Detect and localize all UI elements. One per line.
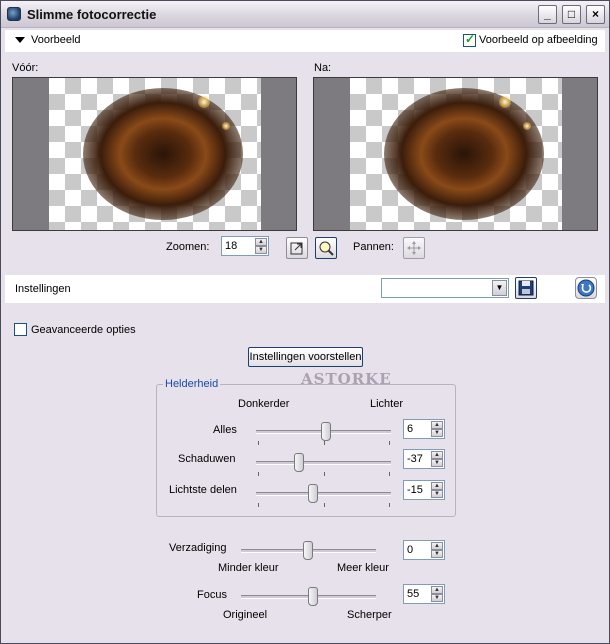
app-icon (7, 7, 21, 21)
after-photo (384, 88, 544, 220)
tick-mark (258, 472, 259, 476)
chevron-down-icon[interactable]: ▼ (492, 280, 507, 296)
slider-track-shadows[interactable] (256, 461, 391, 465)
focus-right-label: Scherper (347, 609, 392, 621)
magnifier-icon (319, 241, 334, 256)
after-preview[interactable] (313, 77, 598, 231)
value-shadows: -37 (407, 453, 423, 465)
maximize-button[interactable]: □ (562, 5, 581, 24)
slider-label-all: Alles (213, 424, 237, 436)
slider-label-shadows: Schaduwen (178, 453, 236, 465)
zoom-value: 18 (225, 240, 238, 252)
reset-button[interactable] (575, 277, 597, 299)
collapse-triangle-icon[interactable] (15, 37, 25, 43)
settings-section-label: Instellingen (15, 283, 71, 295)
saturation-right-label: Meer kleur (337, 562, 389, 574)
after-label: Na: (314, 62, 332, 74)
focus-value: 55 (407, 588, 420, 600)
focus-left-label: Origineel (223, 609, 268, 621)
pan-label: Pannen: (353, 241, 394, 253)
tick-mark (324, 441, 325, 445)
tick-mark (258, 503, 259, 507)
title-bar[interactable]: Slimme fotocorrectie _ □ × (1, 1, 609, 28)
pan-button[interactable] (403, 237, 425, 259)
settings-section-header: Instellingen ▼ (5, 275, 605, 303)
window-title: Slimme fotocorrectie (27, 7, 157, 22)
floppy-disk-icon (518, 280, 534, 296)
spin-down-icon[interactable]: ▼ (431, 550, 443, 558)
spin-up-icon[interactable]: ▲ (431, 586, 443, 594)
slider-label-highlights: Lichtste delen (169, 484, 237, 496)
dialog-window: Slimme fotocorrectie _ □ × Voorbeeld ✓ V… (0, 0, 610, 644)
zoom-stepper[interactable]: 18 ▲ ▼ (221, 236, 269, 256)
saturation-value-input[interactable]: 0 ▲ ▼ (403, 540, 445, 560)
suggest-settings-button[interactable]: Instellingen voorstellen (248, 347, 363, 367)
darker-label: Donkerder (238, 398, 290, 410)
slider-thumb-highlights[interactable] (308, 484, 318, 503)
light-glow (523, 122, 531, 130)
checkmark-icon: ✓ (465, 32, 476, 46)
saturation-value: 0 (407, 544, 414, 556)
value-all: 6 (407, 423, 414, 435)
slider-thumb-all[interactable] (321, 422, 331, 441)
saturation-left-label: Minder kleur (218, 562, 279, 574)
lighter-label: Lichter (370, 398, 404, 410)
advanced-options-checkbox[interactable] (14, 323, 27, 336)
preview-on-image-checkbox[interactable]: ✓ (463, 32, 476, 47)
spin-up-icon[interactable]: ▲ (431, 451, 443, 459)
zoom-actual-button[interactable] (315, 237, 337, 259)
spin-up-icon[interactable]: ▲ (431, 542, 443, 550)
spin-down-icon[interactable]: ▼ (431, 490, 443, 498)
tick-mark (389, 503, 390, 507)
value-input-shadows[interactable]: -37 ▲ ▼ (403, 449, 445, 469)
light-glow (198, 96, 210, 108)
close-button[interactable]: × (586, 5, 605, 24)
focus-label: Focus (197, 589, 227, 601)
focus-slider-thumb[interactable] (308, 587, 318, 606)
spin-up-icon[interactable]: ▲ (431, 482, 443, 490)
preview-on-image-label: Voorbeeld op afbeelding (479, 34, 598, 46)
spin-down-icon[interactable]: ▼ (431, 459, 443, 467)
zoom-fit-button[interactable] (286, 237, 308, 259)
advanced-options-label: Geavanceerde opties (31, 324, 136, 336)
light-glow (499, 96, 511, 108)
value-input-highlights[interactable]: -15 ▲ ▼ (403, 480, 445, 500)
slider-thumb-shadows[interactable] (294, 453, 304, 472)
focus-value-input[interactable]: 55 ▲ ▼ (403, 584, 445, 604)
spin-down-icon[interactable]: ▼ (255, 246, 267, 254)
slider-track-highlights[interactable] (256, 492, 391, 496)
tick-mark (324, 472, 325, 476)
brightness-title: Helderheid (163, 378, 221, 390)
spin-down-icon[interactable]: ▼ (431, 594, 443, 602)
value-input-all[interactable]: 6 ▲ ▼ (403, 419, 445, 439)
expand-icon (290, 242, 303, 255)
before-photo (83, 88, 243, 220)
saturation-label: Verzadiging (169, 542, 227, 554)
tick-mark (389, 472, 390, 476)
save-preset-button[interactable] (515, 277, 537, 299)
minimize-button[interactable]: _ (538, 5, 557, 24)
spin-down-icon[interactable]: ▼ (431, 429, 443, 437)
tick-mark (324, 503, 325, 507)
spin-up-icon[interactable]: ▲ (255, 238, 267, 246)
preset-dropdown[interactable]: ▼ (381, 278, 509, 298)
preview-section-label: Voorbeeld (31, 34, 81, 46)
saturation-slider-thumb[interactable] (303, 541, 313, 560)
tick-mark (389, 441, 390, 445)
reset-arrow-icon (577, 279, 595, 297)
spin-up-icon[interactable]: ▲ (431, 421, 443, 429)
zoom-label: Zoomen: (166, 241, 210, 253)
preview-section-header[interactable]: Voorbeeld ✓ Voorbeeld op afbeelding (5, 30, 605, 52)
pan-arrows-icon (407, 241, 421, 255)
tick-mark (258, 441, 259, 445)
before-preview[interactable] (12, 77, 297, 231)
light-glow (222, 122, 230, 130)
value-highlights: -15 (407, 484, 423, 496)
before-label: Vóór: (12, 62, 39, 74)
